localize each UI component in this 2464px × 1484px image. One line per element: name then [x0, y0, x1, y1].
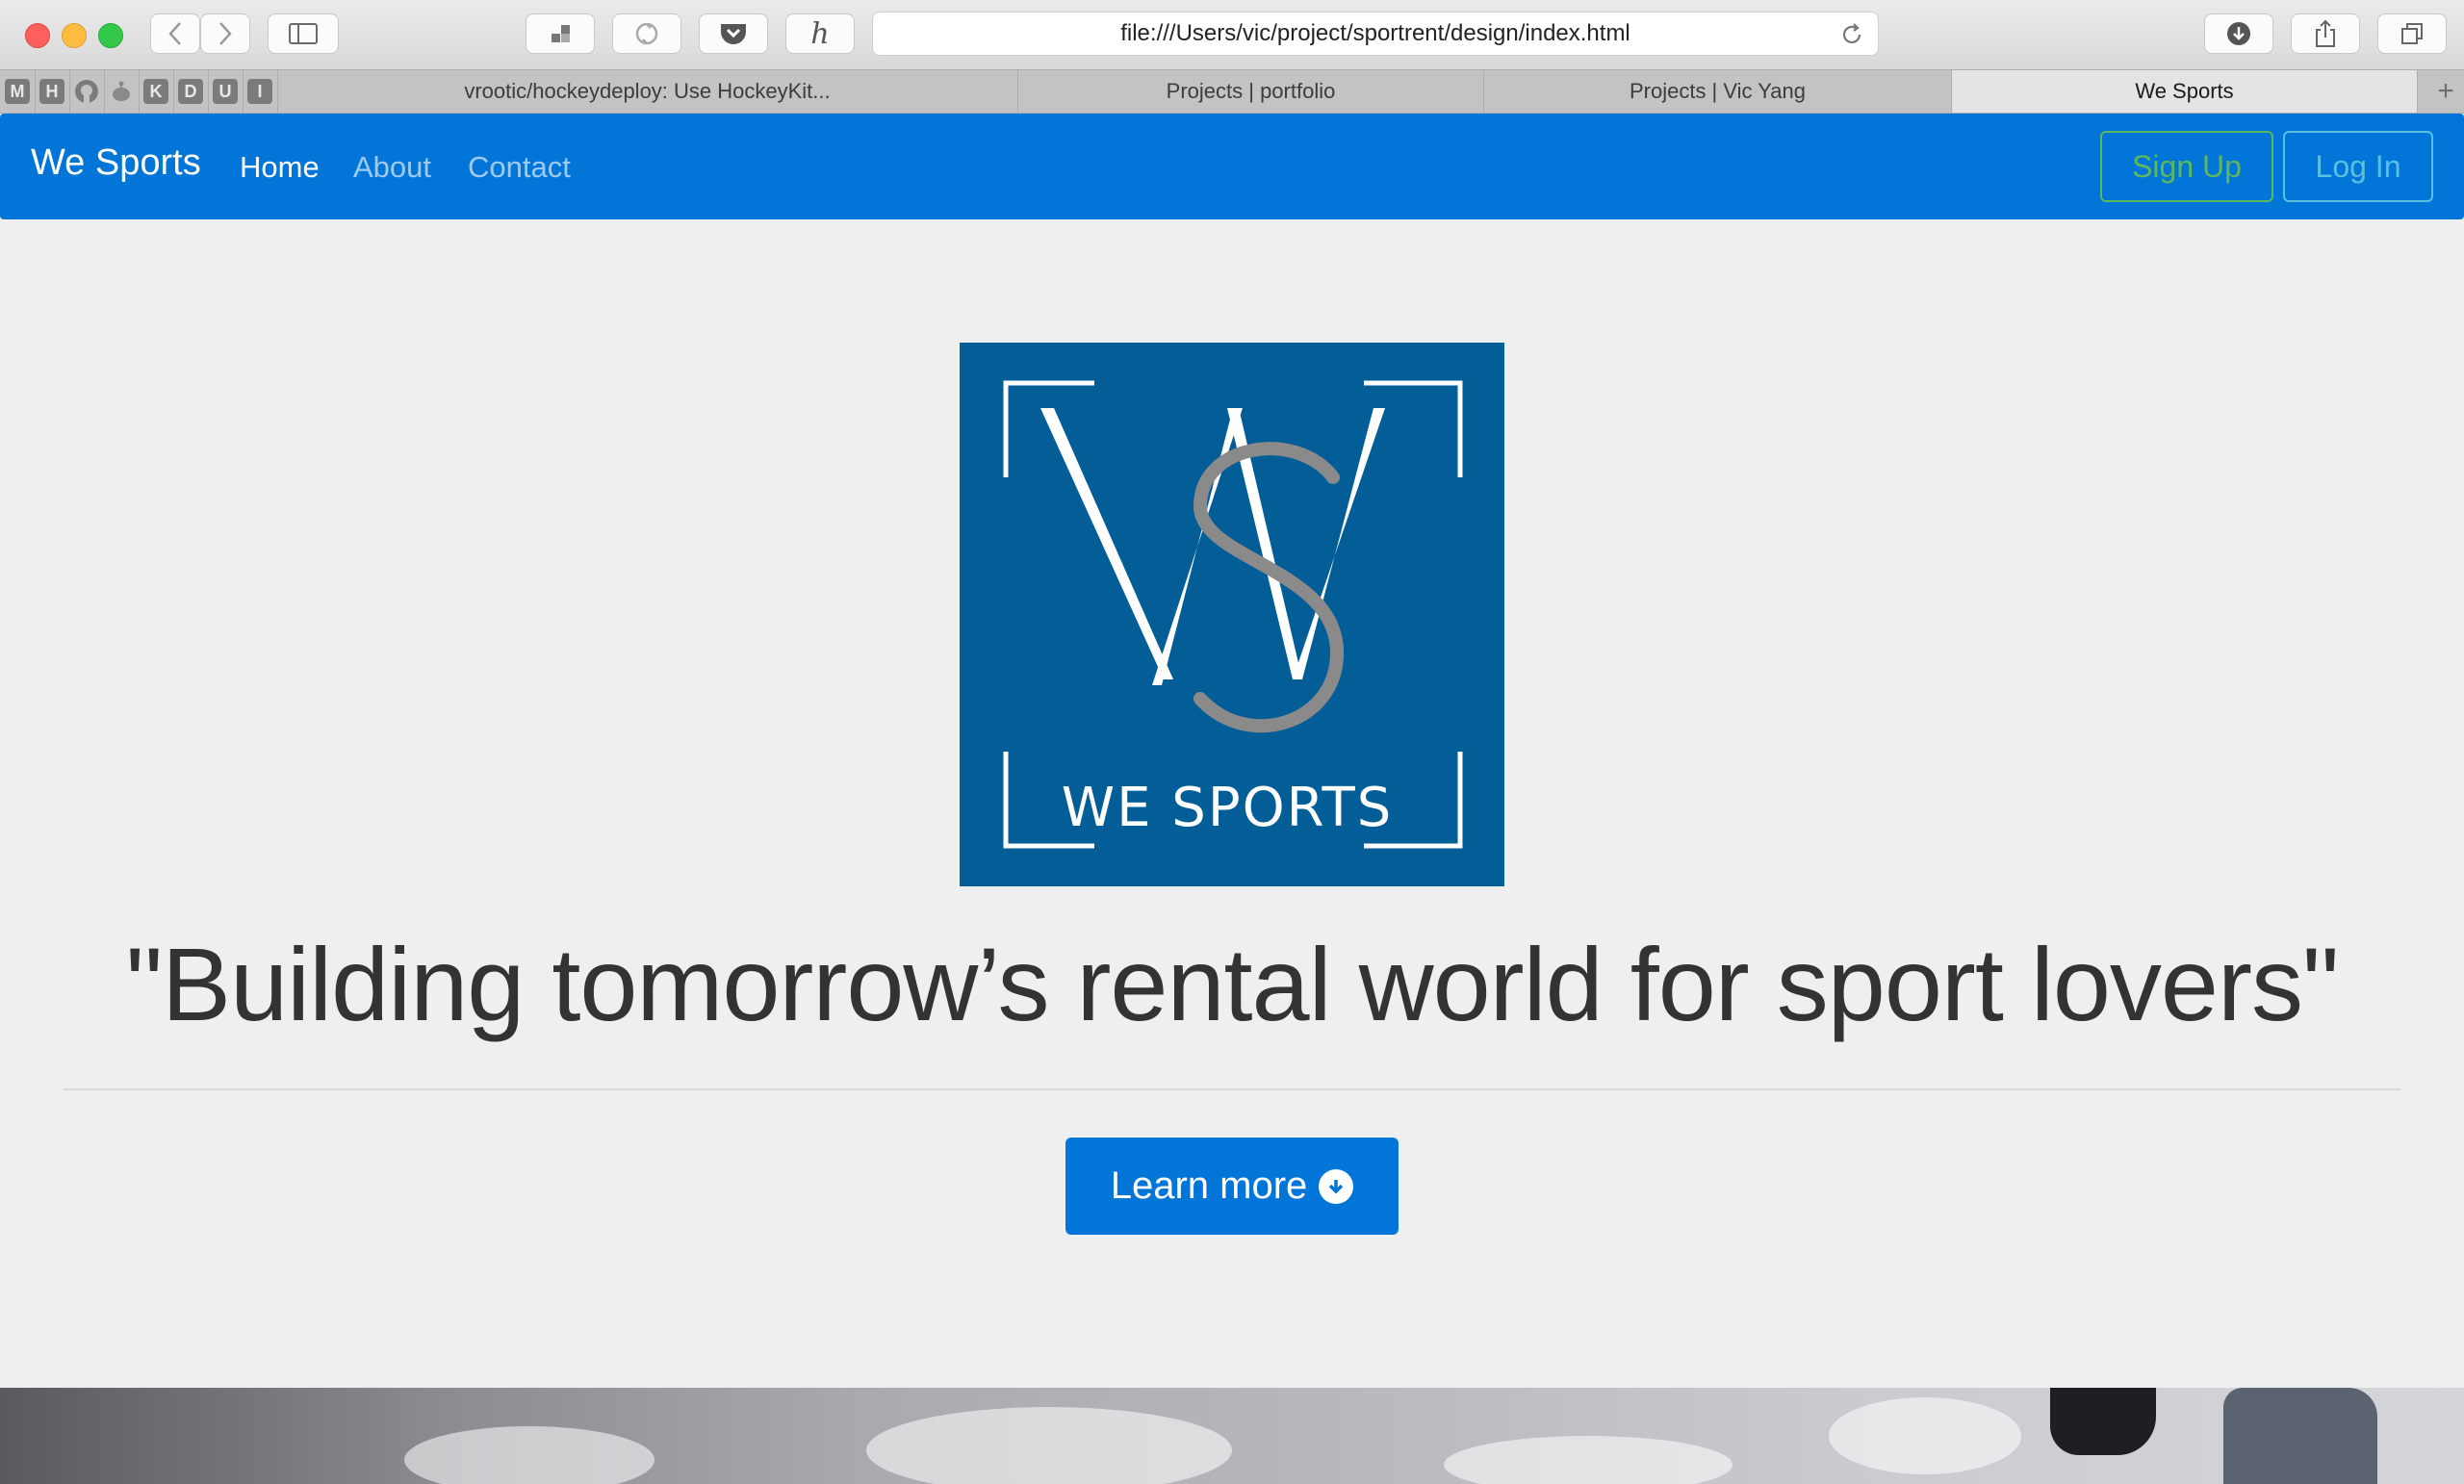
url-text: file:///Users/vic/project/sportrent/desi… — [1120, 20, 1630, 46]
hero-tagline: "Building tomorrow’s rental world for sp… — [125, 926, 2340, 1042]
share-button[interactable] — [2291, 13, 2360, 54]
tab-hockeydeploy[interactable]: vrootic/hockeydeploy: Use HockeyKit... — [277, 70, 1018, 113]
sidebar-icon — [289, 23, 318, 44]
pinned-tab-k[interactable]: K — [139, 70, 174, 113]
tab-we-sports[interactable]: We Sports — [1952, 70, 2418, 113]
pinned-tab-u[interactable]: U — [208, 70, 244, 113]
pinned-tab-icon: D — [178, 79, 203, 104]
pinned-tab-h[interactable]: H — [35, 70, 70, 113]
tab-portfolio[interactable]: Projects | portfolio — [1018, 70, 1484, 113]
nav-link-about[interactable]: About — [353, 150, 431, 185]
tab-strip: M H K D U I vrootic/hockeydeploy: Use Ho… — [0, 69, 2464, 114]
pinned-tab-m[interactable]: M — [0, 70, 36, 113]
share-icon — [2316, 19, 2335, 47]
reload-icon[interactable] — [1839, 22, 1864, 47]
minimize-window-button[interactable] — [62, 23, 87, 48]
log-in-button[interactable]: Log In — [2283, 131, 2433, 202]
extension-button-1[interactable] — [526, 13, 595, 54]
back-button[interactable] — [150, 13, 200, 54]
hero-photo — [0, 1388, 2464, 1484]
zoom-window-button[interactable] — [98, 23, 123, 48]
pinned-tab-icon: H — [39, 79, 64, 104]
logo-text: WE SPORTS — [1062, 777, 1394, 839]
site-navbar: We Sports Home About Contact Sign Up Log… — [0, 114, 2464, 219]
sidebar-toggle-button[interactable] — [268, 13, 339, 54]
nav-link-home[interactable]: Home — [240, 150, 320, 185]
tab-vic-yang[interactable]: Projects | Vic Yang — [1484, 70, 1952, 113]
browser-toolbar: h file:///Users/vic/project/sportrent/de… — [0, 0, 2464, 69]
hypothesis-icon: h — [810, 16, 830, 51]
tab-label: Projects | portfolio — [1166, 79, 1336, 103]
pocket-icon — [721, 24, 746, 44]
tab-label: vrootic/hockeydeploy: Use HockeyKit... — [464, 79, 831, 103]
new-tab-button[interactable]: + — [2427, 70, 2464, 113]
pinned-tab-icon: I — [247, 79, 272, 104]
we-sports-logo: WE SPORTS — [960, 343, 1504, 886]
pinned-tab-reddit[interactable] — [104, 70, 140, 113]
hero-divider — [63, 1088, 2401, 1090]
logo-graphic: WE SPORTS — [1003, 380, 1463, 849]
learn-more-button[interactable]: Learn more — [1065, 1138, 1399, 1235]
tab-label: Projects | Vic Yang — [1629, 79, 1807, 103]
pinned-tab-icon: U — [213, 79, 238, 104]
chevron-left-icon — [168, 22, 181, 45]
pinned-tab-icon: M — [5, 79, 30, 104]
skier-boot — [2050, 1388, 2156, 1455]
nav-link-contact[interactable]: Contact — [468, 150, 571, 185]
pinned-tab-i[interactable]: I — [243, 70, 278, 113]
learn-more-label: Learn more — [1110, 1164, 1308, 1207]
sign-up-button[interactable]: Sign Up — [2100, 131, 2273, 202]
reddit-icon — [113, 81, 130, 101]
tab-overview-button[interactable] — [2377, 13, 2447, 54]
navbar-brand[interactable]: We Sports — [31, 142, 201, 184]
github-icon — [75, 80, 98, 103]
pinned-tab-github[interactable] — [69, 70, 105, 113]
hypothesis-button[interactable]: h — [785, 13, 855, 54]
sync-icon — [635, 22, 658, 45]
chevron-right-icon — [219, 22, 232, 45]
pocket-button[interactable] — [699, 13, 768, 54]
pinned-tab-d[interactable]: D — [173, 70, 209, 113]
forward-button[interactable] — [200, 13, 250, 54]
downloads-button[interactable] — [2204, 13, 2273, 54]
close-window-button[interactable] — [25, 23, 50, 48]
download-icon — [2227, 22, 2250, 45]
address-bar[interactable]: file:///Users/vic/project/sportrent/desi… — [872, 12, 1879, 56]
skier-leg — [2223, 1388, 2377, 1484]
tab-label: We Sports — [2135, 79, 2234, 103]
extension-button-2[interactable] — [612, 13, 681, 54]
tabs-icon — [2401, 23, 2423, 44]
plus-icon: + — [2437, 75, 2454, 107]
pinned-tab-icon: K — [143, 79, 168, 104]
puzzle-squares-icon — [552, 25, 570, 42]
arrow-circle-down-icon — [1319, 1168, 1354, 1204]
